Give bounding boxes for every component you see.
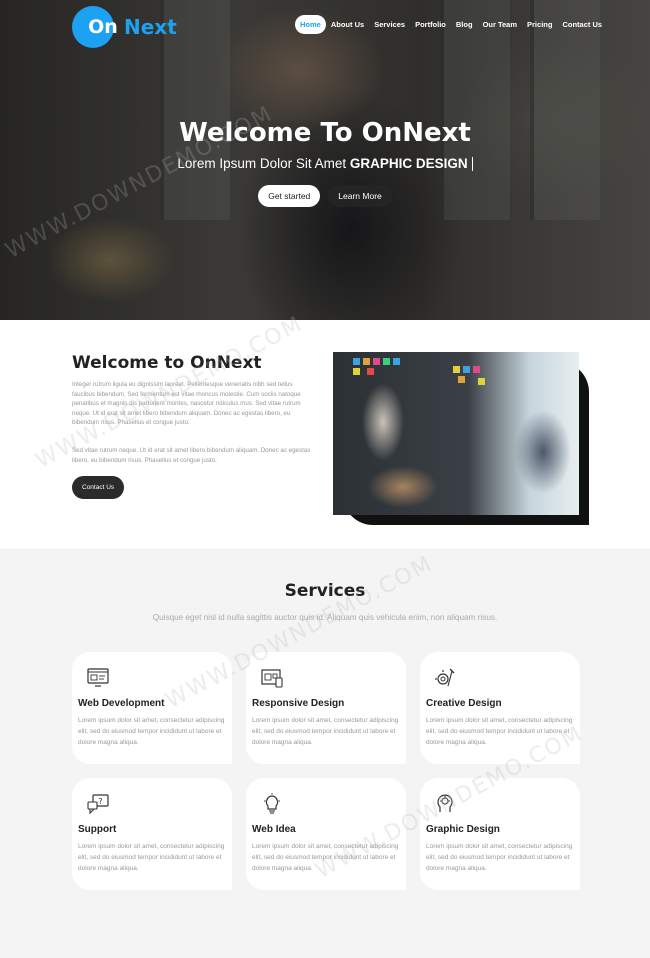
learn-more-button[interactable]: Learn More: [328, 185, 392, 208]
main-nav: Home About Us Services Portfolio Blog Ou…: [295, 15, 607, 34]
typing-cursor: [471, 157, 473, 172]
nav-item-portfolio[interactable]: Portfolio: [410, 15, 451, 34]
sticky-note: [453, 366, 460, 373]
services-title: Services: [284, 581, 366, 601]
service-card[interactable]: Web Idea Lorem ipsum dolor sit amet, con…: [246, 778, 406, 890]
about-image: [333, 352, 579, 515]
service-card-title: Web Idea: [252, 824, 296, 835]
service-card-text: Lorem ipsum dolor sit amet, consectetur …: [252, 843, 399, 872]
service-card[interactable]: Graphic Design Lorem ipsum dolor sit ame…: [420, 778, 580, 890]
graphic-design-icon: [437, 794, 453, 812]
sticky-note: [353, 368, 360, 375]
creative-design-icon: [435, 668, 455, 687]
get-started-button[interactable]: Get started: [258, 185, 321, 208]
about-title: Welcome to OnNext: [72, 353, 262, 373]
hero-buttons: Get started Learn More: [0, 185, 650, 208]
nav-item-about-us[interactable]: About Us: [326, 15, 369, 34]
service-card[interactable]: ? Support Lorem ipsum dolor sit amet, co…: [72, 778, 232, 890]
nav-item-pricing[interactable]: Pricing: [522, 15, 557, 34]
service-card-text: Lorem ipsum dolor sit amet, consectetur …: [426, 843, 573, 872]
service-card-title: Graphic Design: [426, 824, 500, 835]
svg-text:?: ?: [98, 797, 102, 806]
sticky-note: [463, 366, 470, 373]
logo-circle: On: [72, 6, 118, 48]
hero-title: Welcome To OnNext: [179, 118, 471, 148]
about-paragraph-2: Sed vitae rutrum neque. Ut id erat sit a…: [72, 447, 311, 464]
hero-subtitle-plain: Lorem Ipsum Dolor Sit Amet: [177, 156, 347, 171]
sticky-note: [458, 376, 465, 383]
contact-us-button[interactable]: Contact Us: [72, 476, 125, 499]
sticky-note: [373, 358, 380, 365]
about-paragraph-1: Integer rutrum ligula eu dignissim laore…: [72, 381, 301, 426]
service-card-text: Lorem ipsum dolor sit amet, consectetur …: [78, 843, 225, 872]
logo-on-text: On: [88, 16, 118, 38]
hero-content: Welcome To OnNext Lorem Ipsum Dolor Sit …: [0, 118, 650, 208]
site-logo[interactable]: On Next: [72, 6, 177, 48]
sticky-note: [393, 358, 400, 365]
hero-subtitle-bold: GRAPHIC DESIGN: [349, 156, 468, 171]
service-card[interactable]: Web Development Lorem ipsum dolor sit am…: [72, 652, 232, 764]
sticky-note: [383, 358, 390, 365]
support-icon: ?: [87, 794, 109, 815]
web-development-icon: [87, 668, 109, 687]
sticky-note: [363, 358, 370, 365]
service-card-title: Support: [78, 824, 117, 835]
about-section: Welcome to OnNext Integer rutrum ligula …: [0, 320, 650, 549]
service-card-title: Responsive Design: [252, 698, 345, 709]
service-card[interactable]: Responsive Design Lorem ipsum dolor sit …: [246, 652, 406, 764]
web-idea-icon: [264, 793, 280, 814]
nav-item-our-team[interactable]: Our Team: [478, 15, 522, 34]
service-card-title: Creative Design: [426, 698, 502, 709]
hero-section: On Next Home About Us Services Portfolio…: [0, 0, 650, 320]
logo-next-text: Next: [124, 15, 177, 39]
service-card-title: Web Development: [78, 698, 165, 709]
service-card-text: Lorem ipsum dolor sit amet, consectetur …: [252, 717, 399, 746]
sticky-note: [478, 378, 485, 385]
nav-item-contact-us[interactable]: Contact Us: [557, 15, 607, 34]
service-card-text: Lorem ipsum dolor sit amet, consectetur …: [78, 717, 225, 746]
nav-item-services[interactable]: Services: [369, 15, 410, 34]
service-card[interactable]: Creative Design Lorem ipsum dolor sit am…: [420, 652, 580, 764]
nav-item-blog[interactable]: Blog: [451, 15, 478, 34]
sticky-note: [353, 358, 360, 365]
sticky-note: [367, 368, 374, 375]
sticky-note: [473, 366, 480, 373]
about-image-frame: [333, 352, 589, 525]
nav-item-home[interactable]: Home: [295, 15, 326, 34]
hero-subtitle: Lorem Ipsum Dolor Sit Amet GRAPHIC DESIG…: [0, 156, 650, 172]
service-card-text: Lorem ipsum dolor sit amet, consectetur …: [426, 717, 573, 746]
services-subtitle: Quisque eget nisl id nulla sagittis auct…: [152, 613, 498, 622]
responsive-design-icon: [261, 669, 283, 688]
services-section: Services Quisque eget nisl id nulla sagi…: [0, 549, 650, 958]
